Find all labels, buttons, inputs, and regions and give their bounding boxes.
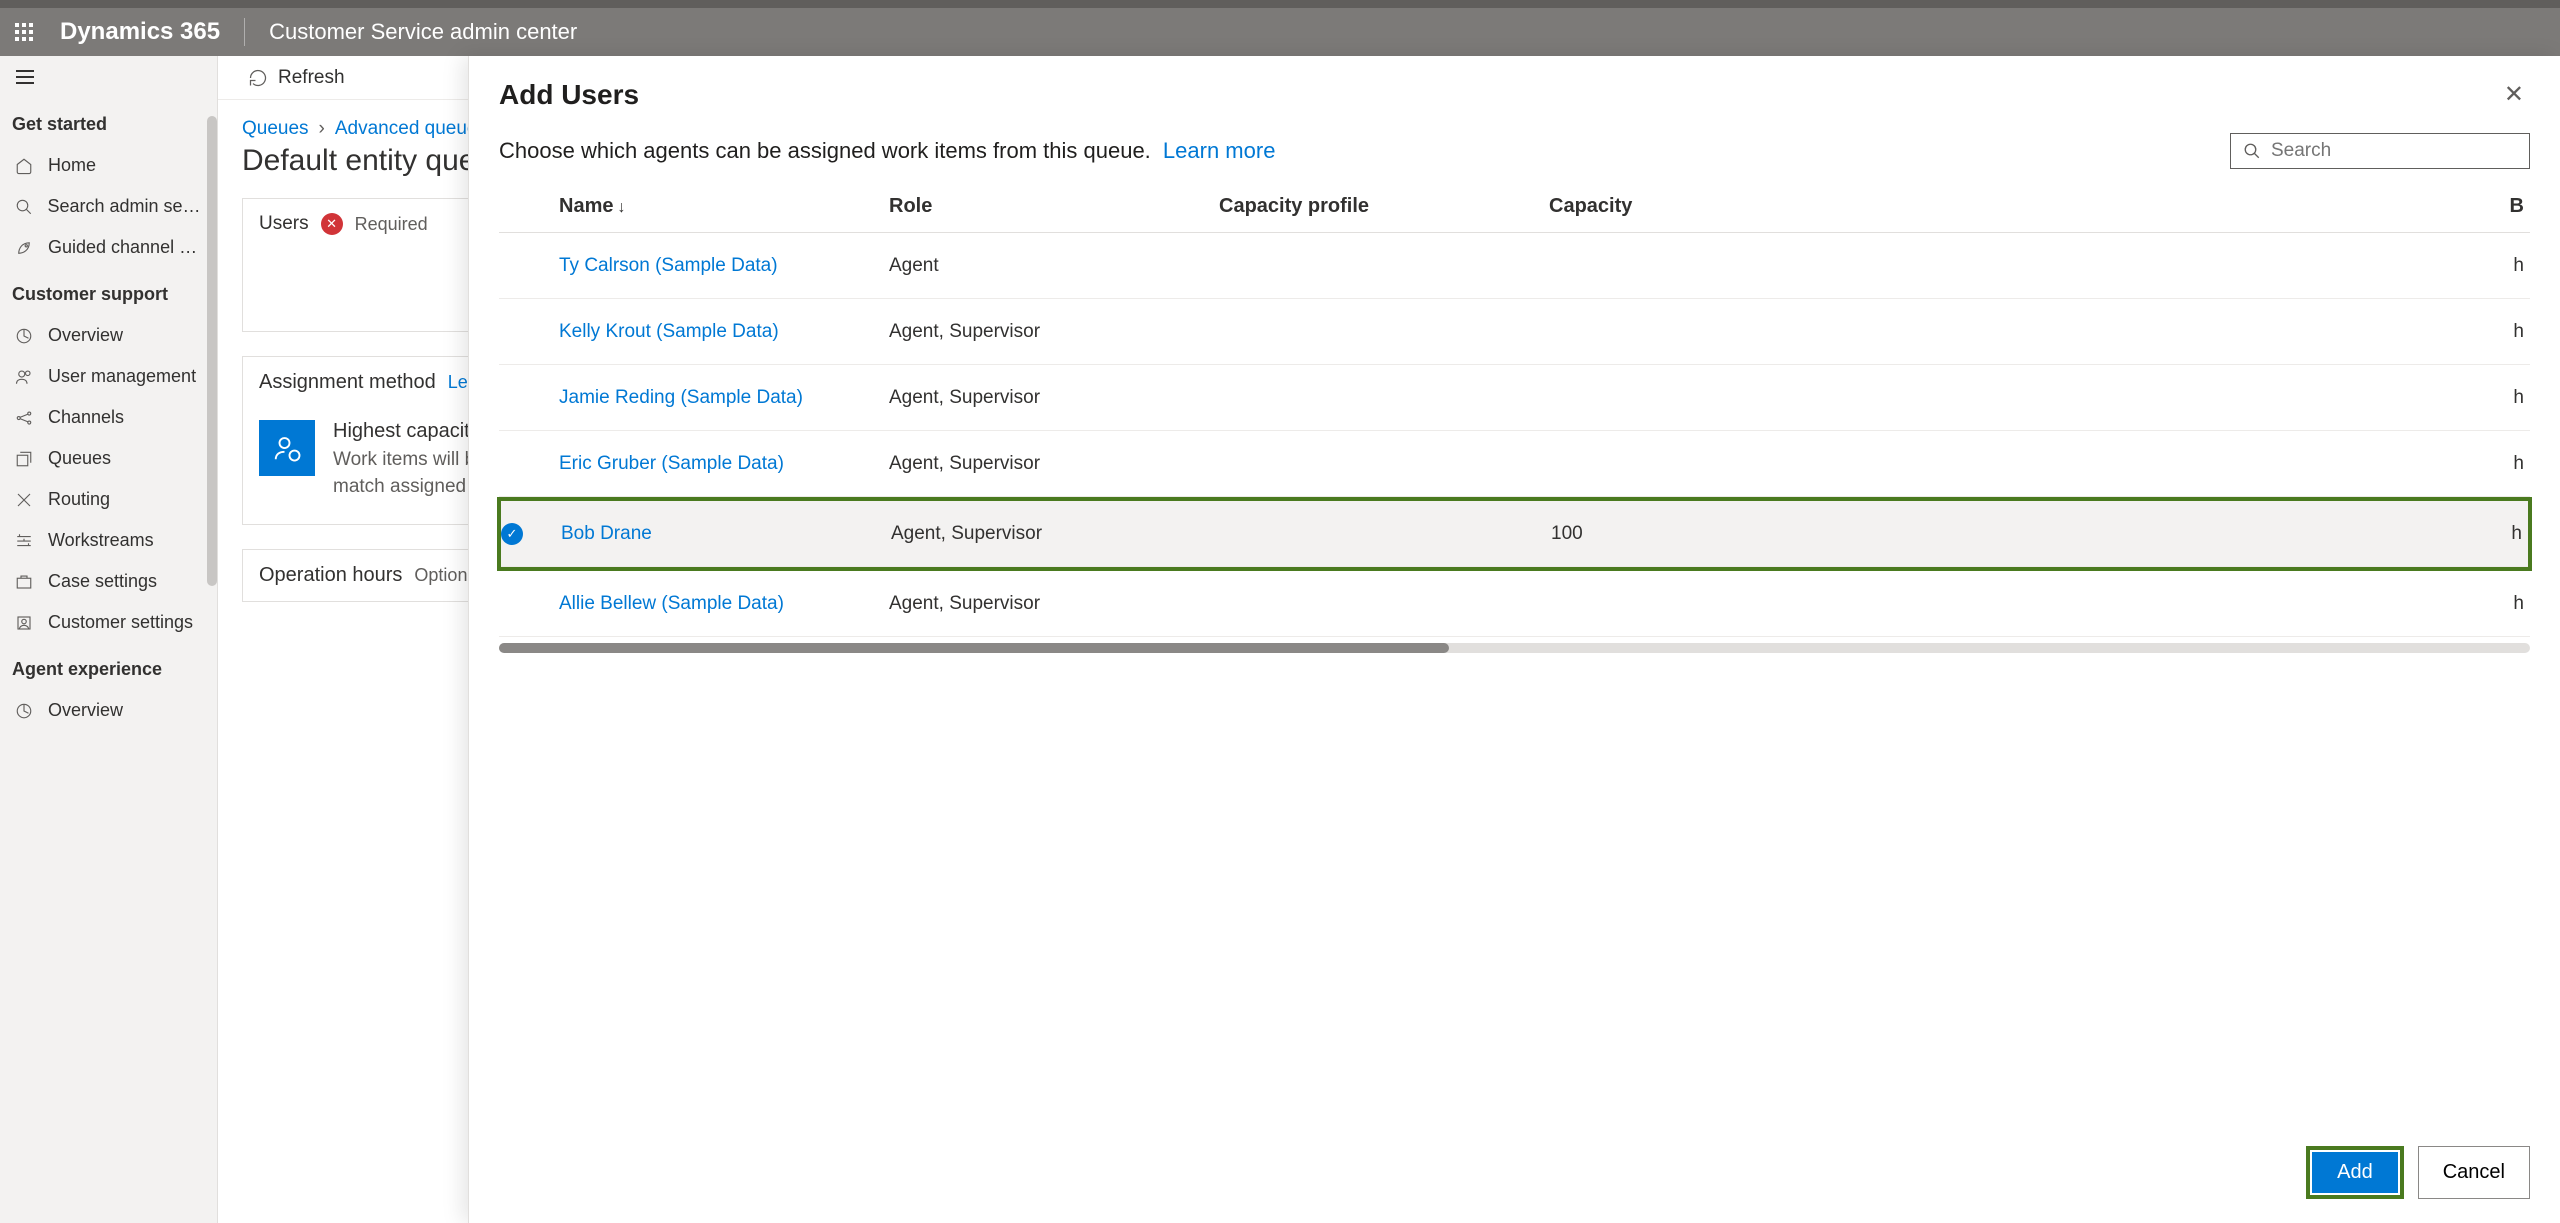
app-subtitle: Customer Service admin center xyxy=(245,19,577,45)
col-name[interactable]: Name↓ xyxy=(559,195,889,218)
sidebar-item-search-admin[interactable]: Search admin sett... xyxy=(0,186,217,227)
op-hours-title: Operation hours xyxy=(259,564,402,587)
sidebar-item-guided[interactable]: Guided channel s... xyxy=(0,227,217,268)
user-b: h xyxy=(1879,453,2530,475)
users-icon xyxy=(14,367,34,387)
breadcrumb-queues[interactable]: Queues xyxy=(242,118,309,140)
main-content: Refresh Queues › Advanced queues Default… xyxy=(218,56,2560,1223)
capacity-icon xyxy=(259,420,315,476)
search-input[interactable] xyxy=(2271,140,2517,162)
user-role: Agent, Supervisor xyxy=(889,453,1219,475)
sidebar-section-customer-support: Customer support xyxy=(0,268,217,315)
add-users-panel: Add Users ✕ Choose which agents can be a… xyxy=(468,56,2560,1223)
sort-down-icon: ↓ xyxy=(617,199,625,216)
sidebar-item-overview2[interactable]: Overview xyxy=(0,690,217,731)
sidebar-section-get-started: Get started xyxy=(0,98,217,145)
user-name-link[interactable]: Bob Drane xyxy=(561,523,652,544)
required-badge-icon: ✕ xyxy=(321,213,343,235)
sidebar-item-queues[interactable]: Queues xyxy=(0,438,217,479)
user-name-link[interactable]: Kelly Krout (Sample Data) xyxy=(559,321,779,342)
col-capacity[interactable]: Capacity xyxy=(1549,195,1879,218)
table-row[interactable]: Kelly Krout (Sample Data) Agent, Supervi… xyxy=(499,299,2530,365)
hamburger-icon[interactable] xyxy=(0,56,217,98)
user-b: h xyxy=(1879,387,2530,409)
home-icon xyxy=(14,156,34,176)
chevron-right-icon: › xyxy=(319,118,325,140)
table-row[interactable]: Allie Bellew (Sample Data) Agent, Superv… xyxy=(499,571,2530,637)
brand-name: Dynamics 365 xyxy=(48,18,245,46)
required-text: Required xyxy=(355,214,428,235)
user-b: h xyxy=(1879,321,2530,343)
sidebar-item-customer-settings[interactable]: Customer settings xyxy=(0,602,217,643)
user-role: Agent, Supervisor xyxy=(891,523,1221,545)
checkmark-icon: ✓ xyxy=(501,523,523,545)
horizontal-scrollbar[interactable] xyxy=(499,643,2530,653)
table-header: Name↓ Role Capacity profile Capacity B xyxy=(499,185,2530,233)
case-icon xyxy=(14,572,34,592)
col-role[interactable]: Role xyxy=(889,195,1219,218)
users-card-title: Users xyxy=(259,213,309,235)
user-name-link[interactable]: Jamie Reding (Sample Data) xyxy=(559,387,803,408)
close-icon[interactable]: ✕ xyxy=(2498,74,2530,115)
table-row[interactable]: Ty Calrson (Sample Data) Agent h xyxy=(499,233,2530,299)
routing-icon xyxy=(14,490,34,510)
user-role: Agent, Supervisor xyxy=(889,593,1219,615)
breadcrumb-advanced[interactable]: Advanced queues xyxy=(335,118,487,140)
user-b: h xyxy=(1879,593,2530,615)
search-box[interactable] xyxy=(2230,133,2530,169)
cancel-button[interactable]: Cancel xyxy=(2418,1146,2530,1199)
sidebar-item-overview[interactable]: Overview xyxy=(0,315,217,356)
col-b[interactable]: B xyxy=(1879,195,2530,218)
app-launcher-icon[interactable] xyxy=(0,8,48,56)
search-icon xyxy=(14,197,33,217)
sidebar-item-home[interactable]: Home xyxy=(0,145,217,186)
channels-icon xyxy=(14,408,34,428)
user-name-link[interactable]: Eric Gruber (Sample Data) xyxy=(559,453,784,474)
user-role: Agent, Supervisor xyxy=(889,387,1219,409)
user-b: h xyxy=(1879,255,2530,277)
sidebar: Get started Home Search admin sett... Gu… xyxy=(0,56,218,1223)
user-name-link[interactable]: Allie Bellew (Sample Data) xyxy=(559,593,784,614)
sidebar-item-channels[interactable]: Channels xyxy=(0,397,217,438)
add-button-highlight: Add xyxy=(2306,1146,2404,1199)
sidebar-scrollbar[interactable] xyxy=(207,116,217,586)
add-button[interactable]: Add xyxy=(2312,1152,2398,1193)
sidebar-item-user-mgmt[interactable]: User management xyxy=(0,356,217,397)
overview-icon xyxy=(14,701,34,721)
user-name-link[interactable]: Ty Calrson (Sample Data) xyxy=(559,255,778,276)
panel-subtitle: Choose which agents can be assigned work… xyxy=(499,138,1275,164)
sidebar-item-routing[interactable]: Routing xyxy=(0,479,217,520)
table-row[interactable]: Jamie Reding (Sample Data) Agent, Superv… xyxy=(499,365,2530,431)
user-role: Agent xyxy=(889,255,1219,277)
col-capacity-profile[interactable]: Capacity profile xyxy=(1219,195,1549,218)
table-row[interactable]: ✓ Bob Drane Agent, Supervisor 100 h xyxy=(501,501,2528,567)
workstream-icon xyxy=(14,531,34,551)
customer-icon xyxy=(14,613,34,633)
user-capacity: 100 xyxy=(1551,523,1881,545)
user-b: h xyxy=(1881,523,2528,545)
panel-title: Add Users xyxy=(499,79,639,111)
rocket-icon xyxy=(14,238,34,258)
title-bar: Dynamics 365 Customer Service admin cent… xyxy=(0,8,2560,56)
refresh-button[interactable]: Refresh xyxy=(238,61,355,95)
refresh-icon xyxy=(248,68,268,88)
assignment-title: Assignment method xyxy=(259,371,436,394)
search-icon xyxy=(2243,142,2261,160)
panel-learn-more[interactable]: Learn more xyxy=(1163,138,1276,163)
overview-icon xyxy=(14,326,34,346)
queue-icon xyxy=(14,449,34,469)
sidebar-item-case-settings[interactable]: Case settings xyxy=(0,561,217,602)
method-title: Highest capacity xyxy=(333,420,480,443)
user-role: Agent, Supervisor xyxy=(889,321,1219,343)
sidebar-section-agent-experience: Agent experience xyxy=(0,643,217,690)
table-row[interactable]: Eric Gruber (Sample Data) Agent, Supervi… xyxy=(499,431,2530,497)
sidebar-item-workstreams[interactable]: Workstreams xyxy=(0,520,217,561)
